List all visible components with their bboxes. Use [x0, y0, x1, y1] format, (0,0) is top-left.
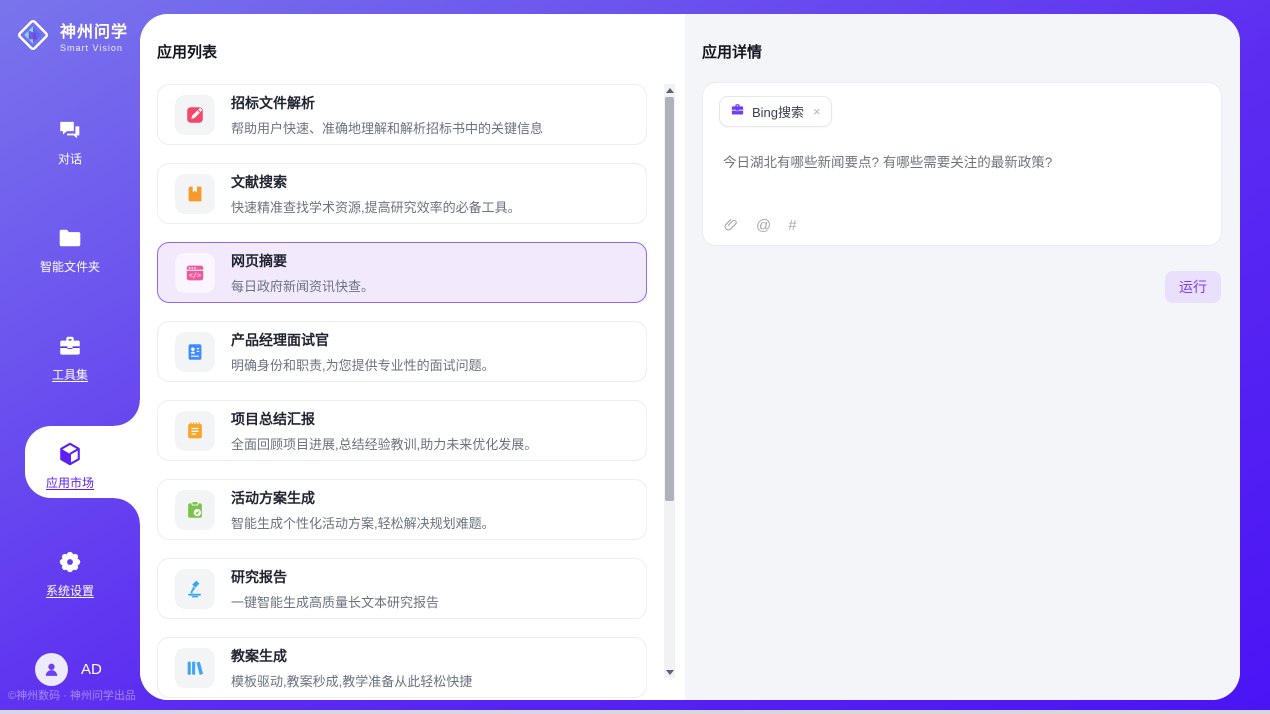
toolbox-icon — [57, 333, 83, 359]
app-card-description: 一键智能生成高质量长文本研究报告 — [231, 592, 439, 611]
user-initials: AD — [81, 661, 102, 678]
app-card-文献搜索[interactable]: 文献搜索快速精准查找学术资源,提高研究效率的必备工具。 — [157, 163, 647, 224]
scrollbar-down-arrow-icon[interactable] — [664, 666, 675, 678]
browser-code-icon: </> — [175, 253, 215, 293]
clipboard-check-icon — [175, 490, 215, 530]
scrollbar-thumb[interactable] — [665, 97, 674, 501]
sidebar-item-系统设置[interactable]: 系统设置 — [0, 538, 140, 610]
app-detail-panel: 应用详情 Bing搜索 × 今日湖北有哪些新闻要点? 有哪些需要关注的最新政策?… — [685, 14, 1240, 700]
hash-icon[interactable]: # — [788, 218, 796, 233]
app-card-name: 网页摘要 — [231, 251, 374, 271]
app-card-name: 研究报告 — [231, 567, 439, 587]
at-icon[interactable]: @ — [756, 218, 771, 233]
app-card-网页摘要[interactable]: </> 网页摘要每日政府新闻资讯快查。 — [157, 242, 647, 303]
sidebar-item-label: 对话 — [58, 150, 82, 167]
microscope-icon — [175, 569, 215, 609]
main-content: 应用列表 招标文件解析帮助用户快速、准确地理解和解析招标书中的关键信息文献搜索快… — [140, 14, 1240, 700]
sidebar: 神州问学 Smart Vision 对话智能文件夹工具集应用市场系统设置 AD … — [0, 0, 140, 710]
briefcase-icon — [730, 102, 745, 122]
app-card-name: 项目总结汇报 — [231, 409, 537, 429]
avatar[interactable] — [35, 653, 68, 686]
window-bottom-edge — [0, 710, 1270, 714]
app-card-name: 产品经理面试官 — [231, 330, 495, 350]
chat-icon — [57, 117, 83, 143]
app-card-name: 文献搜索 — [231, 172, 521, 192]
copyright-text: ©神州数码 · 神州问学出品 — [8, 687, 136, 703]
doc-edit-icon — [175, 95, 215, 135]
app-card-招标文件解析[interactable]: 招标文件解析帮助用户快速、准确地理解和解析招标书中的关键信息 — [157, 84, 647, 145]
sidebar-item-工具集[interactable]: 工具集 — [0, 322, 140, 394]
app-card-项目总结汇报[interactable]: 项目总结汇报全面回顾项目进展,总结经验教训,助力未来优化发展。 — [157, 400, 647, 461]
sidebar-item-label: 应用市场 — [46, 474, 94, 491]
tool-chip-bing-search[interactable]: Bing搜索 × — [719, 96, 832, 127]
app-card-产品经理面试官[interactable]: 产品经理面试官明确身份和职责,为您提供专业性的面试问题。 — [157, 321, 647, 382]
svg-text:</>: </> — [189, 271, 201, 279]
sidebar-item-label: 智能文件夹 — [40, 258, 100, 275]
run-button[interactable]: 运行 — [1165, 271, 1221, 303]
app-card-description: 帮助用户快速、准确地理解和解析招标书中的关键信息 — [231, 118, 543, 137]
scrollbar-up-arrow-icon[interactable] — [664, 84, 675, 96]
note-icon — [175, 411, 215, 451]
resume-icon — [175, 332, 215, 372]
app-card-name: 招标文件解析 — [231, 93, 543, 113]
query-input[interactable]: 今日湖北有哪些新闻要点? 有哪些需要关注的最新政策? — [723, 151, 1201, 171]
app-card-description: 明确身份和职责,为您提供专业性的面试问题。 — [231, 355, 495, 374]
app-list-scrollbar[interactable] — [664, 84, 675, 678]
app-list-title: 应用列表 — [157, 41, 217, 62]
brand-subtitle: Smart Vision — [60, 43, 128, 53]
app-card-活动方案生成[interactable]: 活动方案生成智能生成个性化活动方案,轻松解决规划难题。 — [157, 479, 647, 540]
chip-close-icon[interactable]: × — [813, 104, 821, 119]
folder-icon — [57, 225, 83, 251]
sidebar-item-智能文件夹[interactable]: 智能文件夹 — [0, 214, 140, 286]
app-list-panel: 应用列表 招标文件解析帮助用户快速、准确地理解和解析招标书中的关键信息文献搜索快… — [140, 14, 685, 700]
app-card-研究报告[interactable]: 研究报告一键智能生成高质量长文本研究报告 — [157, 558, 647, 619]
app-card-description: 每日政府新闻资讯快查。 — [231, 276, 374, 295]
sidebar-item-label: 系统设置 — [46, 582, 94, 599]
app-card-description: 智能生成个性化活动方案,轻松解决规划难题。 — [231, 513, 495, 532]
cube-icon — [57, 441, 83, 467]
sidebar-item-应用市场[interactable]: 应用市场 — [0, 430, 140, 502]
user-account[interactable]: AD — [35, 653, 102, 686]
app-card-教案生成[interactable]: 教案生成模板驱动,教案秒成,教学准备从此轻松快捷 — [157, 637, 647, 698]
brand-diamond-icon — [14, 16, 52, 54]
app-card-description: 快速精准查找学术资源,提高研究效率的必备工具。 — [231, 197, 521, 216]
tool-chip-label: Bing搜索 — [752, 102, 804, 121]
app-card-name: 教案生成 — [231, 646, 472, 666]
brand-name: 神州问学 — [60, 18, 128, 42]
books-icon — [175, 648, 215, 688]
gear-icon — [57, 549, 83, 575]
paperclip-icon[interactable] — [723, 217, 739, 233]
app-card-description: 模板驱动,教案秒成,教学准备从此轻松快捷 — [231, 671, 472, 690]
sidebar-item-对话[interactable]: 对话 — [0, 106, 140, 178]
app-detail-title: 应用详情 — [702, 41, 762, 62]
book-icon — [175, 174, 215, 214]
app-card-description: 全面回顾项目进展,总结经验教训,助力未来优化发展。 — [231, 434, 537, 453]
brand-logo-block: 神州问学 Smart Vision — [14, 16, 128, 54]
prompt-input-card[interactable]: Bing搜索 × 今日湖北有哪些新闻要点? 有哪些需要关注的最新政策? @ # — [702, 82, 1222, 246]
sidebar-item-label: 工具集 — [52, 366, 88, 383]
app-card-name: 活动方案生成 — [231, 488, 495, 508]
